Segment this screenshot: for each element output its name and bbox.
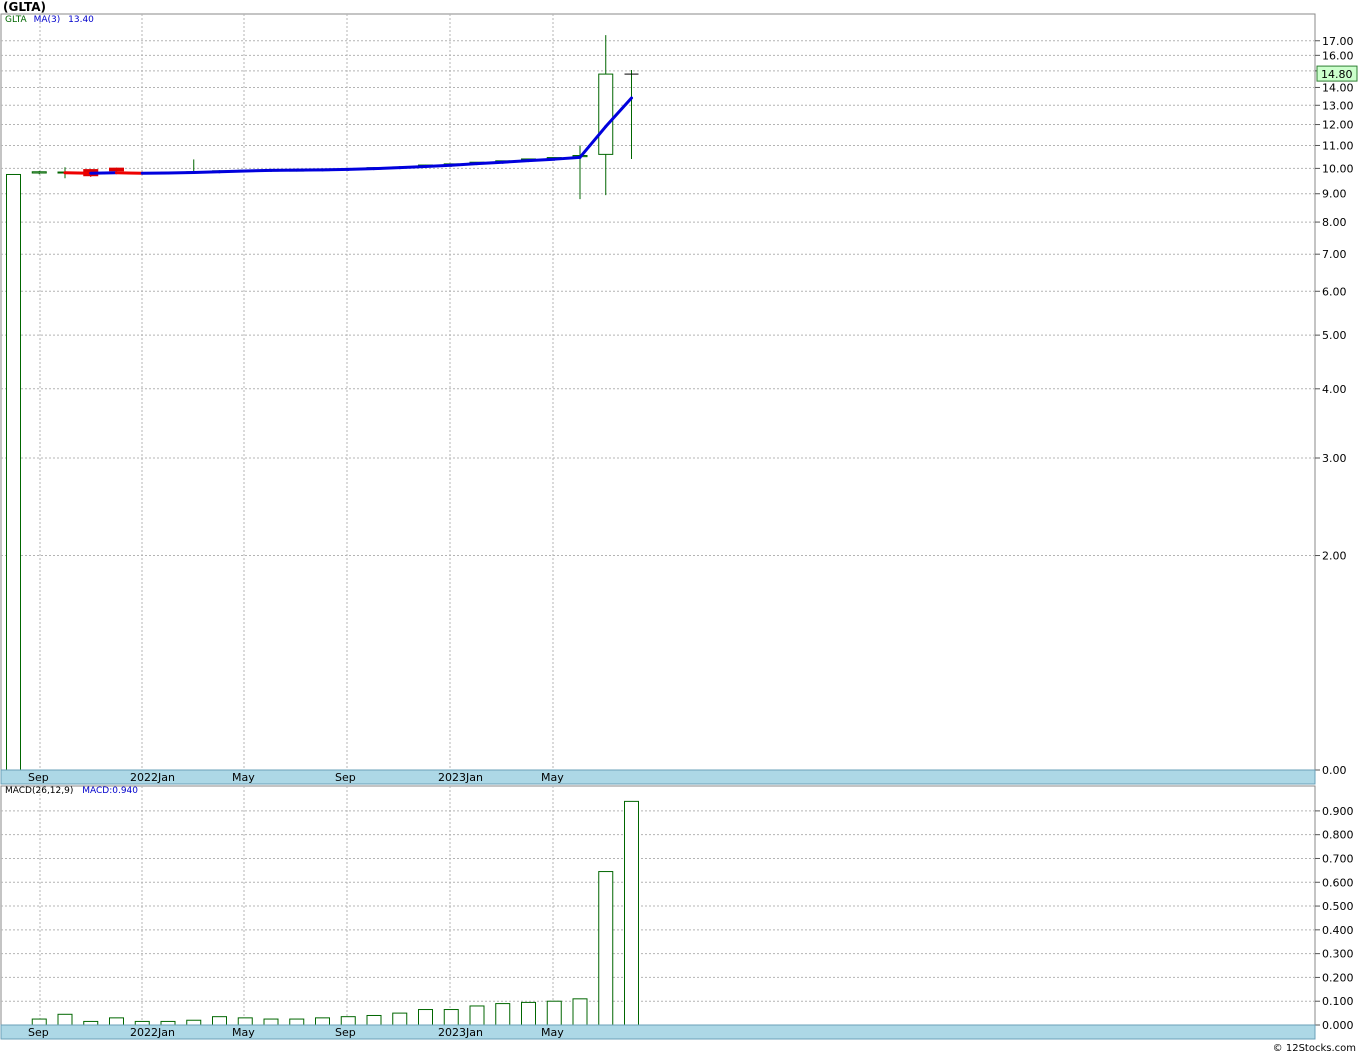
macd-bar [366, 1014, 382, 1026]
macd-bar [340, 1016, 356, 1026]
ma-line-segment [398, 164, 427, 170]
price-x-tick-label: May [232, 771, 255, 784]
ma-line-segment [424, 163, 453, 168]
price-y-tick-label: 7.00 [1322, 248, 1347, 261]
price-y-tick-label: 8.00 [1322, 216, 1347, 229]
ma-line-segment [372, 166, 402, 171]
macd-bar [469, 1005, 485, 1026]
price-y-tick-label: 17.00 [1322, 35, 1354, 48]
macd-y-tick-label: 0.100 [1322, 995, 1354, 1008]
ma-line-segment [475, 160, 505, 166]
price-y-tick-label: 13.00 [1322, 99, 1354, 112]
macd-legend-value: MACD:0.940 [82, 786, 139, 796]
price-x-tick-label: May [541, 771, 564, 784]
ma-line-segment [552, 155, 582, 161]
macd-x-tick-label: Sep [28, 1026, 49, 1039]
macd-bar [546, 1000, 562, 1026]
macd-bar [521, 1001, 536, 1026]
macd-y-tick-label: 0.900 [1322, 805, 1354, 818]
macd-bar [418, 1009, 433, 1026]
price-x-tick-label: Sep [28, 771, 49, 784]
ma-line-segment [501, 159, 530, 164]
macd-bar [134, 1020, 150, 1026]
price-y-tick-label: 6.00 [1322, 285, 1347, 298]
legend-symbol: GLTA [5, 15, 27, 25]
price-y-tick-label: 16.00 [1322, 49, 1354, 62]
macd-bar [57, 1013, 73, 1026]
macd-bar [624, 800, 639, 1026]
price-panel: 17.0016.0015.0014.0013.0012.0011.0010.00… [0, 13, 1358, 785]
ma-line-segment [449, 162, 479, 167]
chart-canvas: 17.0016.0015.0014.0013.0012.0011.0010.00… [0, 13, 1358, 1040]
legend-ma-value: 13.40 [68, 15, 94, 25]
candle-body [109, 167, 124, 172]
macd-bar [160, 1020, 176, 1026]
macd-y-tick-label: 0.300 [1322, 948, 1354, 961]
macd-legend-name: MACD(26,12,9) [5, 786, 74, 796]
price-x-tick-label: 2023Jan [438, 771, 483, 784]
macd-bar [315, 1017, 330, 1026]
price-y-tick-label: 11.00 [1322, 139, 1354, 152]
last-price-badge-text: 14.80 [1321, 68, 1353, 81]
candle-body [598, 73, 614, 155]
macd-bar [392, 1012, 408, 1026]
macd-bar [237, 1017, 253, 1026]
price-y-tick-label: 5.00 [1322, 329, 1347, 342]
macd-x-tick-label: 2023Jan [438, 1026, 483, 1039]
price-plot-frame [0, 13, 1316, 771]
macd-bar [109, 1017, 124, 1026]
price-x-axis-band [0, 769, 1316, 785]
macd-bar [31, 1018, 47, 1026]
macd-legend: MACD(26,12,9) MACD:0.940 [5, 786, 138, 796]
macd-bar [572, 998, 588, 1026]
price-x-tick-label: Sep [335, 771, 356, 784]
macd-bar [495, 1003, 511, 1026]
macd-panel: 0.900 0.800 0.700 0.600 0.500 0.400 0.300 0.200… [0, 785, 1354, 1040]
macd-x-tick-label: May [232, 1026, 255, 1039]
macd-y-tick-label: 0.000 [1322, 1019, 1354, 1032]
ma-line-segment [218, 169, 247, 174]
price-y-tick-label: 14.00 [1322, 81, 1354, 94]
macd-y-tick-label: 0.500 [1322, 900, 1354, 913]
chart-page: (GLTA) 17.0016.0015.0014.0013.0012.0011.… [0, 0, 1360, 1056]
macd-bar [186, 1019, 202, 1026]
macd-y-tick-label: 0.400 [1322, 924, 1354, 937]
macd-y-tick-label: 0.700 [1322, 852, 1354, 865]
price-y-tick-label: 9.00 [1322, 188, 1347, 201]
macd-x-tick-label: Sep [335, 1026, 356, 1039]
ma-line-segment [243, 168, 273, 173]
macd-y-tick-label: 0.200 [1322, 971, 1354, 984]
price-y-tick-label: 0.00 [1322, 764, 1347, 777]
ma-line-segment [346, 167, 376, 171]
site-credit: © 12Stocks.com [1272, 1043, 1356, 1054]
macd-bar [598, 871, 614, 1026]
price-y-tick-label: 10.00 [1322, 162, 1354, 175]
ma-line-segment [192, 170, 221, 175]
macd-plot-frame [0, 785, 1316, 1026]
ma-line-segment [527, 157, 556, 163]
macd-x-tick-label: 2022Jan [130, 1026, 175, 1039]
macd-bar [83, 1020, 99, 1026]
price-y-tick-label: 2.00 [1322, 550, 1347, 563]
macd-bar [443, 1009, 459, 1026]
candle-body [31, 171, 47, 174]
macd-x-axis-band [0, 1024, 1316, 1040]
price-x-tick-label: 2022Jan [130, 771, 175, 784]
macd-bar [263, 1018, 279, 1026]
macd-x-tick-label: May [541, 1026, 564, 1039]
price-legend: GLTA MA(3) 13.40 [5, 15, 94, 25]
macd-bar [289, 1018, 305, 1026]
price-y-tick-label: 4.00 [1322, 383, 1347, 396]
price-y-tick-label: 3.00 [1322, 452, 1347, 465]
legend-ma-label: MA(3) [33, 15, 61, 25]
macd-y-tick-label: 0.800 [1322, 829, 1354, 842]
price-y-tick-label: 12.00 [1322, 119, 1354, 132]
candle-body [6, 173, 21, 771]
macd-y-tick-label: 0.600 [1322, 876, 1354, 889]
macd-bar [212, 1016, 227, 1026]
